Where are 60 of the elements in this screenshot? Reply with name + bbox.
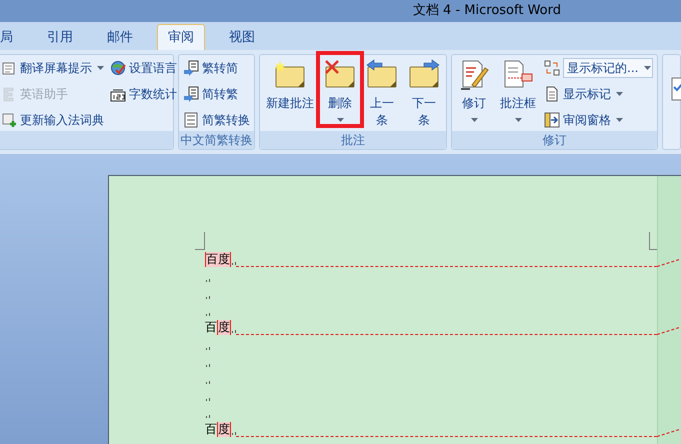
corner-mark bbox=[195, 232, 205, 250]
globe-check-icon bbox=[110, 60, 126, 76]
ribbon-button[interactable]: 简繁转换 bbox=[183, 109, 250, 131]
document-text: 百 bbox=[205, 320, 217, 335]
group-label: 中文简繁转换 bbox=[180, 132, 252, 149]
caret-icon bbox=[616, 118, 623, 122]
paragraph-mark-icon bbox=[206, 313, 210, 316]
ribbon-button[interactable]: 翻译屏幕提示 bbox=[1, 57, 104, 79]
caret-icon bbox=[336, 118, 344, 122]
commented-text: 百度 bbox=[205, 252, 231, 267]
paragraph-mark-icon bbox=[206, 279, 210, 282]
document-icon bbox=[183, 112, 199, 128]
paragraph-mark-icon bbox=[206, 364, 210, 367]
ribbon-tab[interactable]: 视图 bbox=[219, 26, 265, 50]
document-icon bbox=[1, 60, 17, 76]
ribbon-button[interactable]: 审阅窗格 bbox=[544, 109, 653, 131]
markup-switch-icon bbox=[544, 60, 560, 76]
caret-icon bbox=[97, 66, 104, 70]
caret-icon bbox=[514, 118, 522, 122]
ribbon-tab[interactable]: 邮件 bbox=[97, 26, 143, 50]
paragraph-mark-icon bbox=[206, 415, 210, 418]
ribbon-tab[interactable]: 审阅 bbox=[157, 24, 205, 50]
window-title: 文档 4 - Microsoft Word bbox=[412, 2, 561, 20]
ribbon-button[interactable]: 更新输入法词典 bbox=[1, 109, 104, 131]
large-ribbon-button[interactable]: 批注框 bbox=[498, 57, 538, 122]
corner-mark bbox=[649, 232, 657, 250]
caret-icon bbox=[470, 118, 478, 122]
paragraph-mark-icon bbox=[206, 347, 210, 350]
convert-arrow-icon bbox=[183, 60, 199, 76]
ribbon-tab[interactable]: 引用 bbox=[37, 26, 83, 50]
document-text: 百 bbox=[205, 422, 217, 437]
large-ribbon-button[interactable]: 删除 bbox=[322, 57, 358, 122]
large-ribbon-button[interactable]: 修订 bbox=[456, 57, 492, 122]
convert-arrow-icon bbox=[183, 86, 199, 102]
ribbon-button[interactable]: 字数统计 bbox=[110, 83, 177, 105]
paragraph-mark-icon bbox=[206, 296, 210, 299]
large-ribbon-button[interactable]: 上一条 bbox=[364, 57, 400, 129]
large-ribbon-button[interactable]: 下一条 bbox=[406, 57, 442, 129]
document-icon bbox=[544, 86, 560, 102]
pane-icon bbox=[544, 112, 560, 128]
commented-text: 度 bbox=[217, 320, 231, 335]
caret-icon bbox=[644, 66, 652, 70]
ribbon-button[interactable]: 简转繁 bbox=[183, 83, 250, 105]
group-label: 批注 bbox=[341, 132, 365, 149]
paragraph-mark-icon bbox=[232, 262, 236, 265]
markup-dropdown[interactable]: 显示标记的... bbox=[563, 58, 653, 78]
large-ribbon-button[interactable]: 新建批注 bbox=[264, 57, 316, 112]
pencil-document-icon bbox=[458, 59, 490, 91]
document-icon bbox=[671, 77, 681, 101]
commented-text: 度 bbox=[217, 422, 231, 437]
ribbon-button[interactable]: 繁转简 bbox=[183, 57, 250, 79]
ribbon-button[interactable]: 设置语言 bbox=[110, 57, 177, 79]
ribbon-button[interactable]: 显示标记 bbox=[544, 83, 653, 105]
paragraph-mark-icon bbox=[206, 381, 210, 384]
paragraph-mark-icon bbox=[232, 432, 236, 435]
ribbon-tab[interactable]: 局 bbox=[0, 26, 23, 50]
caret-icon bbox=[616, 92, 623, 96]
group-label: 修订 bbox=[542, 132, 566, 149]
paragraph-mark-icon bbox=[232, 330, 236, 333]
paragraph-mark-icon bbox=[206, 398, 210, 401]
